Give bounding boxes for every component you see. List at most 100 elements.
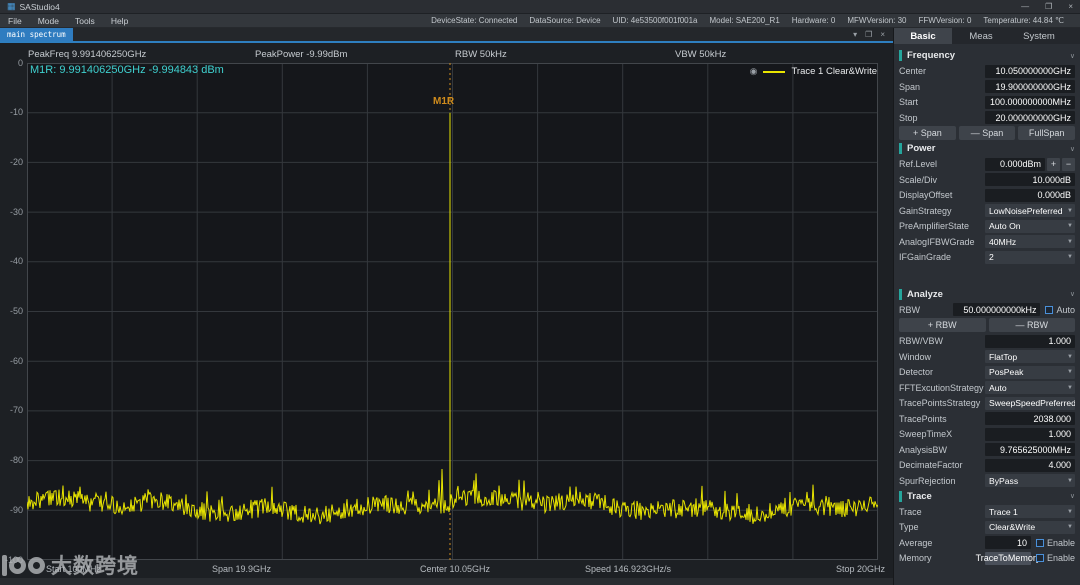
sweep-timex-input[interactable]: 1.000 bbox=[985, 427, 1075, 441]
tab-basic[interactable]: Basic bbox=[894, 28, 952, 44]
rbw-plus-button[interactable]: + RBW bbox=[899, 318, 986, 332]
row-trace-points-strategy: TracePointsStrategy SweepSpeedPreferred … bbox=[899, 396, 1075, 410]
float-window-icon[interactable]: ❐ bbox=[865, 30, 872, 39]
close-icon[interactable]: × bbox=[1068, 2, 1073, 11]
section-analyze-title: Analyze bbox=[907, 288, 943, 300]
trace-points-strategy-label: TracePointsStrategy bbox=[899, 398, 981, 408]
tab-meas[interactable]: Meas bbox=[952, 28, 1010, 44]
y-axis-tick: -60 bbox=[9, 355, 23, 366]
menu-bar: File Mode Tools Help DeviceState: Connec… bbox=[0, 14, 1080, 28]
chevron-down-icon: ▼ bbox=[1067, 207, 1073, 214]
maximize-icon[interactable]: ❐ bbox=[1045, 2, 1052, 11]
full-span-button[interactable]: FullSpan bbox=[1018, 126, 1076, 140]
marker-readout: M1R: 9.991406250GHz -9.994843 dBm bbox=[30, 64, 224, 76]
gain-strategy-value: LowNoisePreferred bbox=[989, 205, 1063, 216]
preamplifier-state-select[interactable]: Auto On ▼ bbox=[985, 219, 1075, 233]
close-tab-icon[interactable]: × bbox=[880, 30, 885, 39]
device-status-bar: DeviceState: Connected DataSource: Devic… bbox=[431, 16, 1072, 25]
ref-level-label: Ref.Level bbox=[899, 159, 938, 169]
status-device-state: DeviceState: Connected bbox=[431, 16, 518, 25]
span-minus-button[interactable]: — Span bbox=[958, 126, 1016, 140]
section-frequency[interactable]: Frequency ∨ bbox=[899, 49, 1075, 62]
ref-level-decrease-button[interactable]: − bbox=[1062, 157, 1075, 171]
section-trace[interactable]: Trace ∨ bbox=[899, 490, 1075, 503]
status-data-source: DataSource: Device bbox=[529, 16, 601, 25]
rbw-auto-checkbox[interactable] bbox=[1045, 305, 1054, 314]
span-input[interactable]: 19.900000000GHz bbox=[985, 80, 1075, 93]
stop-input[interactable]: 20.000000000GHz bbox=[985, 111, 1075, 124]
section-analyze[interactable]: Analyze ∨ bbox=[899, 288, 1075, 301]
chevron-down-icon[interactable]: ∨ bbox=[1070, 290, 1075, 298]
app-logo-icon: ▦ bbox=[7, 1, 16, 11]
chevron-down-icon[interactable]: ∨ bbox=[1070, 52, 1075, 60]
decimate-factor-input[interactable]: 4.000 bbox=[985, 458, 1075, 472]
ref-level-increase-button[interactable]: + bbox=[1047, 157, 1060, 171]
section-accent bbox=[899, 50, 902, 61]
ref-level-input[interactable]: 0.000dBm bbox=[985, 157, 1045, 171]
row-gain-strategy: GainStrategy LowNoisePreferred ▼ bbox=[899, 204, 1075, 218]
menu-file[interactable]: File bbox=[8, 16, 22, 26]
analogifbw-grade-select[interactable]: 40MHz ▼ bbox=[985, 235, 1075, 248]
spur-rejection-select[interactable]: ByPass ▼ bbox=[985, 474, 1075, 487]
menu-help[interactable]: Help bbox=[111, 16, 128, 26]
row-preamplifier-state: PreAmplifierState Auto On ▼ bbox=[899, 219, 1075, 233]
trace-points-input[interactable]: 2038.000 bbox=[985, 412, 1075, 425]
menu-mode[interactable]: Mode bbox=[38, 16, 59, 26]
document-tab-strip: main spectrum ▾ ❐ × bbox=[0, 28, 893, 41]
chevron-down-icon: ▼ bbox=[1067, 508, 1073, 515]
trace-points-strategy-select[interactable]: SweepSpeedPreferred ▼ bbox=[985, 396, 1075, 410]
axis-speed-label: Speed 146.923GHz/s bbox=[585, 564, 672, 574]
trace-to-memory-button[interactable]: TraceToMemory bbox=[976, 551, 1040, 565]
average-enable-checkbox[interactable] bbox=[1035, 538, 1044, 547]
plot-canvas[interactable] bbox=[27, 63, 878, 560]
trace-select[interactable]: Trace 1 ▼ bbox=[985, 505, 1075, 518]
fft-excution-strategy-select[interactable]: Auto ▼ bbox=[985, 381, 1075, 394]
row-trace-type: Type Clear&Write ▼ bbox=[899, 520, 1075, 534]
row-rbw: RBW 50.000000000kHz Auto bbox=[899, 303, 1075, 317]
rbw-input[interactable]: 50.000000000kHz bbox=[953, 303, 1041, 316]
ifgain-grade-value: 2 bbox=[989, 252, 994, 262]
rbw-readout: RBW 50kHz bbox=[455, 49, 507, 60]
average-input[interactable]: 10 bbox=[985, 536, 1031, 549]
start-input[interactable]: 100.000000000MHz bbox=[985, 95, 1075, 109]
axis-span-label: Span 19.9GHz bbox=[212, 564, 272, 574]
marker-flag[interactable]: M1R bbox=[433, 96, 454, 107]
display-offset-label: DisplayOffset bbox=[899, 190, 953, 200]
tab-main-spectrum[interactable]: main spectrum bbox=[0, 28, 73, 41]
row-detector: Detector PosPeak ▼ bbox=[899, 365, 1075, 379]
memory-enable-checkbox[interactable] bbox=[1035, 554, 1044, 562]
ifgain-grade-select[interactable]: 2 ▼ bbox=[985, 250, 1075, 264]
rbw-minus-button[interactable]: — RBW bbox=[988, 318, 1075, 332]
spectrum-plot: PeakFreq 9.991406250GHz PeakPower -9.99d… bbox=[0, 43, 893, 585]
rbw-vbw-input[interactable]: 1.000 bbox=[985, 334, 1075, 348]
chevron-down-icon: ▼ bbox=[1067, 353, 1073, 360]
type-label: Type bbox=[899, 522, 919, 532]
chevron-down-icon[interactable]: ∨ bbox=[1070, 145, 1075, 153]
analysis-bw-input[interactable]: 9.765625000MHz bbox=[985, 443, 1075, 456]
trace-points-label: TracePoints bbox=[899, 413, 947, 424]
type-select[interactable]: Clear&Write ▼ bbox=[985, 520, 1075, 534]
y-axis-tick: 0 bbox=[17, 57, 23, 68]
menu-tools[interactable]: Tools bbox=[75, 16, 95, 26]
settings-panel: Basic Meas System Frequency ∨ Center 10.… bbox=[893, 28, 1080, 585]
display-offset-input[interactable]: 0.000dB bbox=[985, 188, 1075, 202]
detector-select[interactable]: PosPeak ▼ bbox=[985, 365, 1075, 379]
row-trace-points: TracePoints 2038.000 bbox=[899, 412, 1075, 426]
status-mfw-version: MFWVersion: 30 bbox=[847, 16, 907, 25]
section-power[interactable]: Power ∨ bbox=[899, 142, 1075, 155]
tab-system[interactable]: System bbox=[1010, 28, 1068, 44]
collapse-icon[interactable]: ▾ bbox=[853, 30, 857, 39]
scale-div-input[interactable]: 10.000dB bbox=[985, 173, 1075, 186]
gain-strategy-select[interactable]: LowNoisePreferred ▼ bbox=[985, 204, 1075, 217]
status-hardware: Hardware: 0 bbox=[791, 16, 836, 25]
decimate-factor-label: DecimateFactor bbox=[899, 460, 963, 470]
span-plus-button[interactable]: + Span bbox=[899, 126, 956, 140]
row-span: Span 19.900000000GHz bbox=[899, 80, 1075, 94]
window-title: SAStudio4 bbox=[19, 1, 60, 12]
chevron-down-icon[interactable]: ∨ bbox=[1070, 492, 1075, 500]
window-select[interactable]: FlatTop ▼ bbox=[985, 350, 1075, 363]
center-input[interactable]: 10.050000000GHz bbox=[985, 64, 1075, 78]
trace-legend[interactable]: ◉ Trace 1 Clear&Write bbox=[750, 66, 877, 77]
analogifbw-grade-value: 40MHz bbox=[989, 236, 1017, 247]
minimize-icon[interactable]: — bbox=[1021, 2, 1029, 11]
